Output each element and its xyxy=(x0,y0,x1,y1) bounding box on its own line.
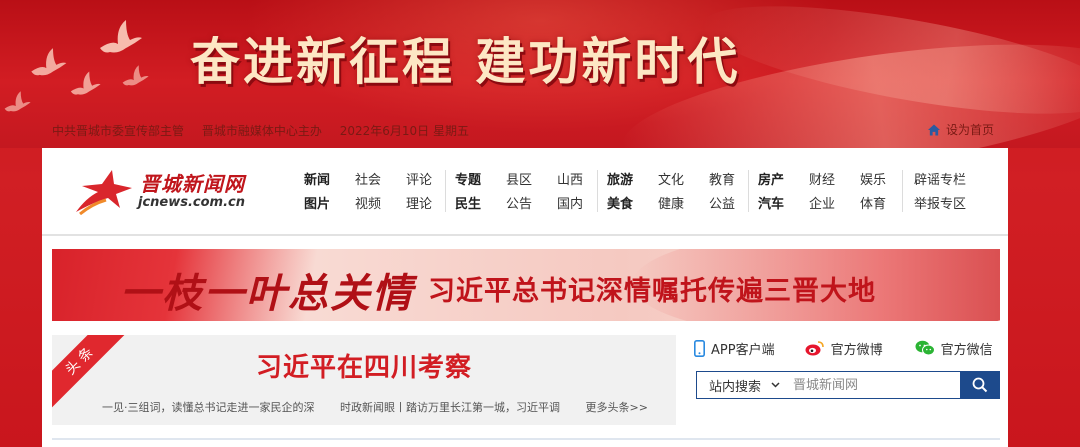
search-scope-label: 站内搜索 xyxy=(709,379,762,395)
nav-divider xyxy=(748,170,749,212)
wechat-icon xyxy=(915,340,935,356)
banner-slogan: 奋进新征程 建功新时代 xyxy=(190,33,741,91)
nav-link-entertainment[interactable]: 娱乐 xyxy=(860,169,911,188)
promo-headline: 习近平总书记深情嘱托传遍三晋大地 xyxy=(428,276,876,307)
nav-link-rumor[interactable]: 辟谣专栏 xyxy=(914,169,984,188)
nav-link-report[interactable]: 举报专区 xyxy=(914,193,984,212)
site-info: 中共晋城市委宣传部主管 晋城市融媒体中心主办 2022年6月10日 星期五 xyxy=(52,122,483,139)
promo-calligraphy: 一枝一叶总关情 xyxy=(120,270,414,317)
nav-group-news: 新闻 社会 评论 图片 视频 理论 xyxy=(304,166,457,214)
nav-link-sports[interactable]: 体育 xyxy=(860,193,911,212)
set-homepage-label: 设为首页 xyxy=(946,123,995,137)
nav-link-finance[interactable]: 财经 xyxy=(809,169,860,188)
more-headlines-link[interactable]: 更多头条>> xyxy=(586,401,648,414)
nav-link-photo[interactable]: 图片 xyxy=(304,193,355,212)
nav-divider xyxy=(902,170,903,212)
nav-group-topics: 专题 县区 山西 民生 公告 国内 xyxy=(455,166,608,214)
nav-link-society[interactable]: 社会 xyxy=(355,169,406,188)
nav-link-travel[interactable]: 旅游 xyxy=(607,169,658,188)
nav-link-food[interactable]: 美食 xyxy=(607,193,658,212)
info-date: 2022年6月10日 星期五 xyxy=(339,124,469,138)
nav-link-charity[interactable]: 公益 xyxy=(709,193,760,212)
search-input[interactable] xyxy=(793,373,957,397)
dove-icon xyxy=(122,65,149,86)
section-divider xyxy=(52,438,1000,440)
site-search: 站内搜索 xyxy=(696,371,1000,399)
set-homepage-link[interactable]: 设为首页 xyxy=(928,121,994,138)
nav-link-auto[interactable]: 汽车 xyxy=(758,193,809,212)
nav-link-comment[interactable]: 评论 xyxy=(406,169,457,188)
weibo-icon xyxy=(805,341,824,356)
nav-group-report: 辟谣专栏 举报专区 xyxy=(914,166,984,214)
nav-link-notice[interactable]: 公告 xyxy=(506,193,557,212)
site-logo[interactable]: 晋城新闻网 jcnews.com.cn xyxy=(72,168,252,218)
weibo-link[interactable]: 官方微博 xyxy=(805,339,883,358)
main-panel: 晋城新闻网 jcnews.com.cn 新闻 社会 评论 图片 视频 理论 专题… xyxy=(42,148,1008,447)
nav-link-enterprise[interactable]: 企业 xyxy=(809,193,860,212)
app-client-link[interactable]: APP客户端 xyxy=(694,339,775,358)
nav-bar: 晋城新闻网 jcnews.com.cn 新闻 社会 评论 图片 视频 理论 专题… xyxy=(42,148,1008,236)
headline-sub-links: 一见·三组词，读懂总书记走进一家民企的深 时政新闻眼丨踏访万里长江第一城，习近平… xyxy=(102,399,648,415)
dove-icon xyxy=(100,20,142,53)
wechat-label: 官方微信 xyxy=(940,342,993,358)
chevron-down-icon xyxy=(771,382,780,388)
promo-banner[interactable]: 一枝一叶总关情 习近平总书记深情嘱托传遍三晋大地 xyxy=(52,249,1000,321)
nav-group-business: 房产 财经 娱乐 汽车 企业 体育 xyxy=(758,166,911,214)
nav-link-video[interactable]: 视频 xyxy=(355,193,406,212)
nav-link-news[interactable]: 新闻 xyxy=(304,169,355,188)
nav-link-education[interactable]: 教育 xyxy=(709,169,760,188)
headline-sub-link[interactable]: 时政新闻眼丨踏访万里长江第一城，习近平调 xyxy=(340,401,560,414)
logo-text-cn: 晋城新闻网 xyxy=(140,172,245,196)
nav-link-realestate[interactable]: 房产 xyxy=(758,169,809,188)
nav-link-domestic[interactable]: 国内 xyxy=(557,193,608,212)
search-icon xyxy=(972,377,988,393)
nav-link-culture[interactable]: 文化 xyxy=(658,169,709,188)
headline-box: 头条 习近平在四川考察 一见·三组词，读懂总书记走进一家民企的深 时政新闻眼丨踏… xyxy=(52,335,676,425)
top-banner: 奋进新征程 建功新时代 中共晋城市委宣传部主管 晋城市融媒体中心主办 2022年… xyxy=(0,0,1080,148)
headline-title[interactable]: 习近平在四川考察 xyxy=(52,347,676,384)
wechat-link[interactable]: 官方微信 xyxy=(915,339,993,358)
headline-sub-link[interactable]: 一见·三组词，读懂总书记走进一家民企的深 xyxy=(102,401,315,414)
dove-icon xyxy=(70,71,101,95)
nav-link-theory[interactable]: 理论 xyxy=(406,193,457,212)
home-icon xyxy=(928,123,940,136)
mobile-phone-icon xyxy=(694,339,705,357)
search-scope-select[interactable]: 站内搜索 xyxy=(697,376,793,395)
nav-group-life: 旅游 文化 教育 美食 健康 公益 xyxy=(607,166,760,214)
logo-text-en: jcnews.com.cn xyxy=(138,195,246,210)
nav-link-health[interactable]: 健康 xyxy=(658,193,709,212)
weibo-label: 官方微博 xyxy=(830,342,883,358)
info-organizer: 晋城市融媒体中心主办 xyxy=(201,124,322,138)
nav-link-shanxi[interactable]: 山西 xyxy=(557,169,608,188)
nav-link-livelihood[interactable]: 民生 xyxy=(455,193,506,212)
app-links: APP客户端 官方微博 官方微信 xyxy=(694,335,1004,361)
info-supervisor: 中共晋城市委宣传部主管 xyxy=(52,124,185,138)
app-client-label: APP客户端 xyxy=(711,342,775,358)
search-button[interactable] xyxy=(960,371,1000,399)
logo-star-icon xyxy=(76,170,132,216)
nav-link-county[interactable]: 县区 xyxy=(506,169,557,188)
dove-icon xyxy=(31,48,67,76)
nav-bottom-line xyxy=(42,234,1008,236)
dove-icon xyxy=(4,91,31,112)
nav-divider xyxy=(597,170,598,212)
nav-divider xyxy=(445,170,446,212)
nav-link-special[interactable]: 专题 xyxy=(455,169,506,188)
